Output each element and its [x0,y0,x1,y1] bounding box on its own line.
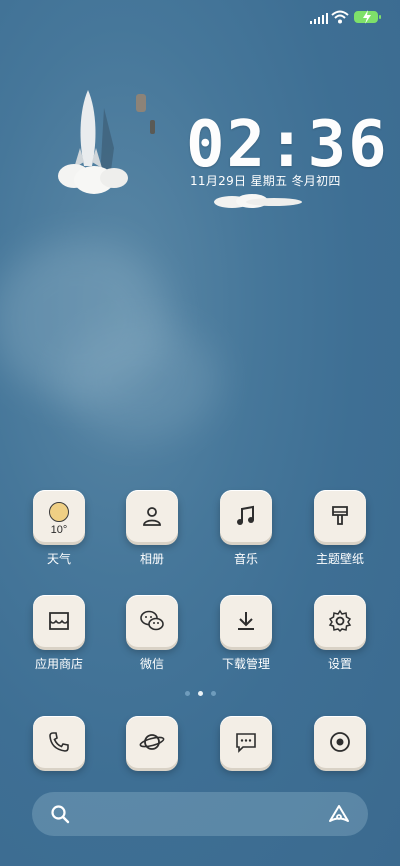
app-label: 天气 [46,552,71,566]
gallery-person-icon [126,490,178,542]
clock-time[interactable]: 02:36 [186,108,387,182]
page-indicator [182,691,218,696]
app-settings[interactable]: 设置 [297,595,383,672]
assistant-icon[interactable] [328,804,350,824]
messages-icon [220,716,272,768]
rocket-illustration [58,90,155,194]
app-themes[interactable]: 主题壁纸 [297,490,383,567]
weather-temp: 10° [50,524,68,536]
signal-icon [310,12,328,24]
app-label: 设置 [327,657,352,671]
page-dot[interactable] [184,691,190,696]
app-wechat[interactable]: 微信 [109,595,195,672]
app-label: 音乐 [233,552,258,566]
search-icon[interactable] [50,804,70,824]
music-note-icon [220,490,272,542]
wechat-icon [126,595,178,647]
camera-icon [314,716,366,768]
app-music[interactable]: 音乐 [203,490,289,567]
browser-planet-icon [126,716,178,768]
clock-date: 11月29日 星期五 冬月初四 [190,174,341,188]
wifi-icon [331,10,349,24]
status-bar [0,0,400,34]
app-store[interactable]: 应用商店 [16,595,102,672]
app-label: 微信 [139,657,164,671]
dock-camera[interactable] [297,716,383,768]
store-icon [33,595,85,647]
dock-messages[interactable] [203,716,289,768]
download-icon [220,595,272,647]
page-dot[interactable] [210,691,216,696]
search-bar[interactable] [32,792,368,836]
cloud-decoration [214,194,302,208]
app-weather[interactable]: 10° 天气 [16,490,102,567]
app-label: 下载管理 [221,657,270,671]
dock-phone[interactable] [16,716,102,768]
app-label: 相册 [139,552,164,566]
paint-brush-icon [314,490,366,542]
weather-icon: 10° [33,490,85,542]
dock-browser[interactable] [109,716,195,768]
app-label: 主题壁纸 [315,552,364,566]
page-dot-active[interactable] [197,691,203,696]
app-downloads[interactable]: 下载管理 [203,595,289,672]
battery-charging-icon [354,10,381,24]
gear-icon [314,595,366,647]
app-gallery[interactable]: 相册 [109,490,195,567]
phone-icon [33,716,85,768]
app-label: 应用商店 [34,657,83,671]
